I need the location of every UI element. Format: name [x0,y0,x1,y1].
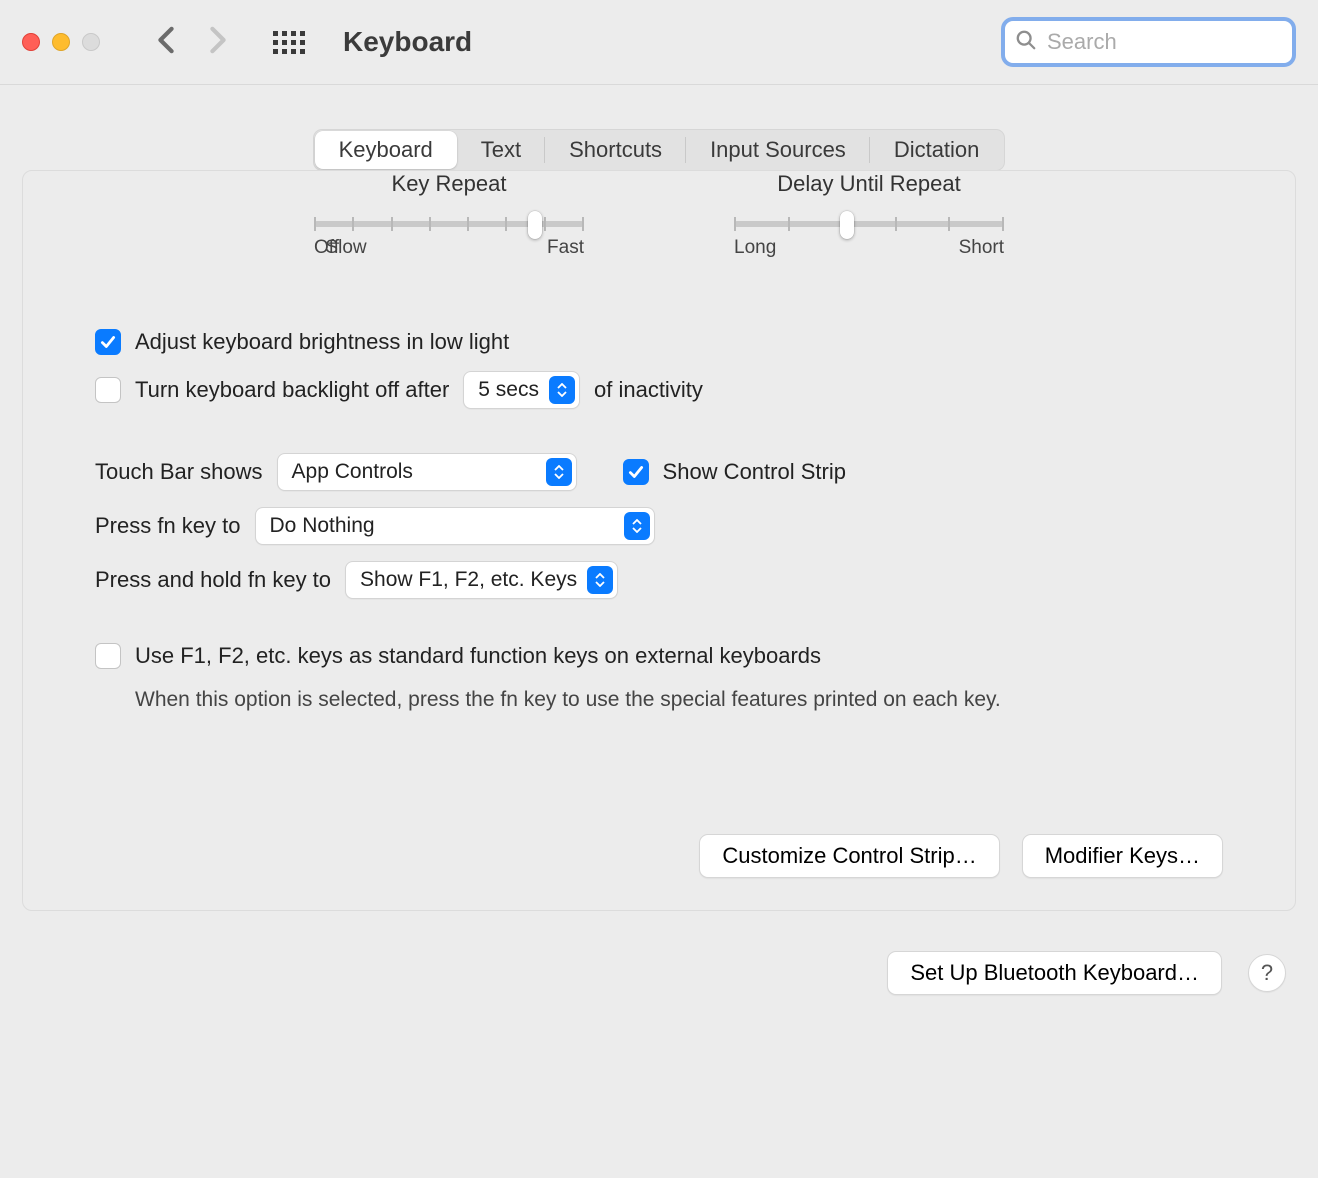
footer-row: Set Up Bluetooth Keyboard… ? [22,951,1296,995]
press-fn-row: Press fn key to Do Nothing [95,507,1223,545]
settings-panel: Key Repeat Off Slow Fast Delay Until Rep… [22,170,1296,911]
touchbar-row: Touch Bar shows App Controls Show Contro… [95,453,1223,491]
tab-dictation[interactable]: Dictation [870,131,1004,169]
nav-arrows [155,26,229,59]
segmented-control: Keyboard Text Shortcuts Input Sources Di… [313,129,1006,171]
key-repeat-labels: Off Slow Fast [314,237,584,259]
backlight-timeout-value: 5 secs [478,378,539,402]
titlebar: Keyboard [0,0,1318,85]
window-title: Keyboard [343,26,472,58]
use-fkeys-hint: When this option is selected, press the … [135,685,1035,714]
chevron-updown-icon [587,566,613,594]
backlight-off-checkbox[interactable] [95,377,121,403]
show-all-icon[interactable] [273,31,305,54]
use-fkeys-checkbox[interactable] [95,643,121,669]
key-repeat-group: Key Repeat Off Slow Fast [314,171,584,259]
delay-repeat-title: Delay Until Repeat [734,171,1004,197]
chevron-updown-icon [546,458,572,486]
search-icon [1015,29,1037,56]
press-fn-select[interactable]: Do Nothing [255,507,655,545]
chevron-updown-icon [549,376,575,404]
tab-bar: Keyboard Text Shortcuts Input Sources Di… [22,129,1296,171]
search-input[interactable] [1047,29,1282,55]
delay-repeat-slider[interactable] [734,221,1004,227]
keyboard-preferences-window: Keyboard Keyboard Text Shortcuts Input S… [0,0,1318,1178]
touchbar-value: App Controls [292,460,413,484]
close-icon[interactable] [22,33,40,51]
adjust-brightness-row: Adjust keyboard brightness in low light [95,329,1223,355]
help-button[interactable]: ? [1248,954,1286,992]
use-fkeys-row: Use F1, F2, etc. keys as standard functi… [95,643,1223,669]
content-area: Keyboard Text Shortcuts Input Sources Di… [0,85,1318,1017]
key-repeat-slider[interactable] [314,221,584,227]
backlight-timeout-select[interactable]: 5 secs [463,371,580,409]
tab-input-sources[interactable]: Input Sources [686,131,870,169]
touchbar-select[interactable]: App Controls [277,453,577,491]
tab-keyboard[interactable]: Keyboard [315,131,457,169]
hold-fn-label: Press and hold fn key to [95,567,331,593]
zoom-icon [82,33,100,51]
window-controls [22,33,100,51]
modifier-keys-button[interactable]: Modifier Keys… [1022,834,1223,878]
hold-fn-row: Press and hold fn key to Show F1, F2, et… [95,561,1223,599]
show-control-strip-checkbox[interactable] [623,459,649,485]
backlight-off-suffix: of inactivity [594,377,703,403]
backlight-off-prefix: Turn keyboard backlight off after [135,377,449,403]
hold-fn-value: Show F1, F2, etc. Keys [360,568,577,592]
adjust-brightness-checkbox[interactable] [95,329,121,355]
show-control-strip-label: Show Control Strip [663,459,846,485]
tab-shortcuts[interactable]: Shortcuts [545,131,686,169]
panel-buttons: Customize Control Strip… Modifier Keys… [95,834,1223,878]
adjust-brightness-label: Adjust keyboard brightness in low light [135,329,509,355]
press-fn-value: Do Nothing [270,514,375,538]
minimize-icon[interactable] [52,33,70,51]
key-repeat-thumb[interactable] [528,211,542,239]
customize-control-strip-button[interactable]: Customize Control Strip… [699,834,999,878]
forward-button [207,26,229,59]
search-field[interactable] [1001,17,1296,67]
delay-repeat-labels: Long Short [734,237,1004,259]
key-repeat-title: Key Repeat [314,171,584,197]
sliders-row: Key Repeat Off Slow Fast Delay Until Rep… [95,171,1223,259]
delay-repeat-group: Delay Until Repeat Long Short [734,171,1004,259]
use-fkeys-label: Use F1, F2, etc. keys as standard functi… [135,643,821,669]
press-fn-label: Press fn key to [95,513,241,539]
chevron-updown-icon [624,512,650,540]
setup-bluetooth-button[interactable]: Set Up Bluetooth Keyboard… [887,951,1222,995]
tab-text[interactable]: Text [457,131,545,169]
backlight-off-row: Turn keyboard backlight off after 5 secs… [95,371,1223,409]
back-button[interactable] [155,26,177,59]
delay-repeat-thumb[interactable] [840,211,854,239]
touchbar-label: Touch Bar shows [95,459,263,485]
hold-fn-select[interactable]: Show F1, F2, etc. Keys [345,561,618,599]
